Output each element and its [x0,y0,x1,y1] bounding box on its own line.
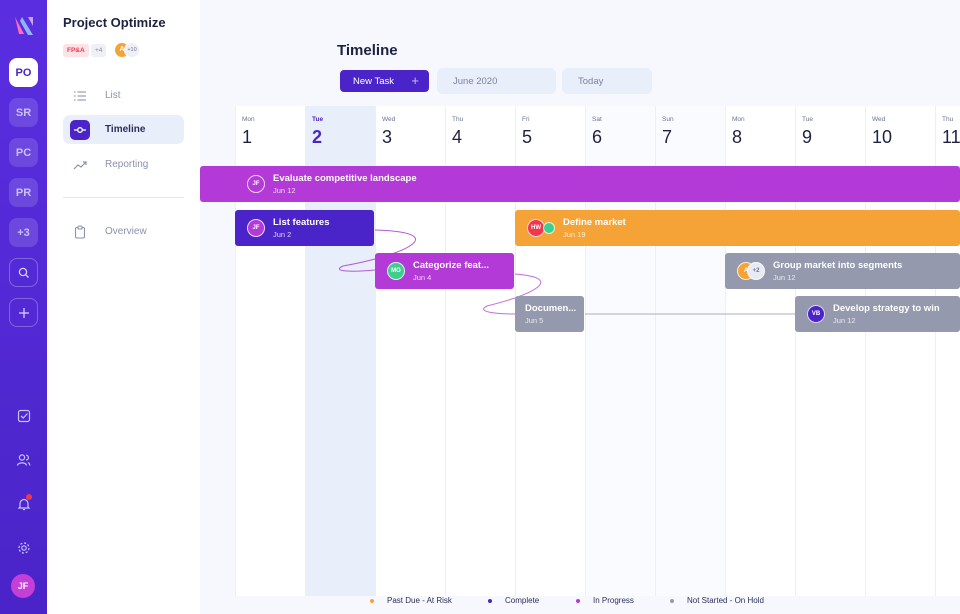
task-title: Evaluate competitive landscape [273,173,417,184]
task-title: Develop strategy to win [833,303,940,314]
project-sidebar: Project Optimize FP&A +4 A +10 List Time… [47,0,200,614]
task-bar-define-market[interactable]: HW Define market Jun 19 [515,210,960,246]
project-tag-more[interactable]: +4 [91,44,107,57]
workspace-po[interactable]: PO [9,58,38,87]
legend-item: Complete [488,596,539,605]
legend-label: Complete [505,596,540,605]
assignee-avatar: VB [807,305,825,323]
task-title: Define market [563,217,626,228]
task-bar-develop-strategy-to-win[interactable]: VB Develop strategy to win Jun 12 [795,296,960,332]
project-title: Project Optimize [63,15,166,30]
task-title: Group market into segments [773,260,903,271]
task-date: Jun 19 [563,230,586,239]
legend-dot [370,598,374,603]
legend-item: In Progress [576,596,634,605]
task-bar-evaluate-competitive-landscape[interactable]: JF Evaluate competitive landscape Jun 12 [200,166,960,202]
task-bar-group-market-into-segments[interactable]: A +2 Group market into segments Jun 12 [725,253,960,289]
members-more-badge[interactable]: +10 [124,42,140,58]
task-title: Categorize feat... [413,260,490,271]
plus-icon: + [411,73,419,88]
task-date: Jun 2 [273,230,292,239]
task-title: List features [273,217,330,228]
nav-item-list[interactable]: List [63,81,184,110]
task-date: Jun 12 [773,273,796,282]
legend-dot [670,598,674,603]
search-icon[interactable] [9,258,38,287]
today-button[interactable]: Today [562,68,652,94]
legend-label: In Progress [593,596,634,605]
more-assignees-badge: +2 [747,262,765,280]
legend-item: Past Due - At Risk [370,596,452,605]
task-date: Jun 4 [413,273,432,282]
sidebar-divider [63,197,184,198]
assignee-avatar: MO [387,262,405,280]
trend-icon [70,155,90,175]
legend-dot [576,598,580,603]
assignee-avatar: JF [247,175,265,193]
status-legend: Past Due - At Risk Complete In Progress … [200,594,960,610]
nav-item-overview[interactable]: Overview [63,217,184,246]
task-title: Documen... [525,303,577,314]
month-selector[interactable]: June 2020 [437,68,556,94]
task-bar-documentation[interactable]: Documen... Jun 5 [515,296,584,332]
app-logo-icon[interactable] [12,14,36,38]
clipboard-icon [70,222,90,242]
workspace-more[interactable]: +3 [9,218,38,247]
user-avatar[interactable]: JF [11,574,35,598]
workspace-pc[interactable]: PC [9,138,38,167]
task-bar-list-features[interactable]: JF List features Jun 2 [235,210,374,246]
tasks-check-icon[interactable] [14,406,33,425]
nav-item-reporting[interactable]: Reporting [63,150,184,179]
page-title: Timeline [337,42,398,59]
nav-item-label: List [105,90,121,101]
nav-item-label: Timeline [105,124,146,135]
legend-label: Past Due - At Risk [387,596,452,605]
task-date: Jun 12 [833,316,856,325]
notification-dot [26,494,32,500]
second-assignee-avatar [543,222,555,234]
legend-label: Not Started - On Hold [687,596,764,605]
task-bar-categorize-features[interactable]: MO Categorize feat... Jun 4 [375,253,514,289]
new-task-button[interactable]: New Task + [340,70,429,92]
new-task-label: New Task [353,75,395,87]
people-icon[interactable] [14,450,33,469]
workspace-pr[interactable]: PR [9,178,38,207]
legend-dot [488,598,492,603]
workspace-sr[interactable]: SR [9,98,38,127]
task-date: Jun 12 [273,186,296,195]
project-tag[interactable]: FP&A [63,44,89,57]
settings-gear-icon[interactable] [14,538,33,557]
assignee-avatar: JF [247,219,265,237]
legend-item: Not Started - On Hold [670,596,764,605]
timeline-icon [70,119,90,140]
timeline-main: Timeline New Task + June 2020 Today Mon 1… [200,0,960,614]
nav-item-label: Reporting [105,159,149,170]
nav-item-timeline[interactable]: Timeline [63,115,184,144]
task-date: Jun 5 [525,316,544,325]
workspace-rail: PO SR PC PR +3 JF [0,0,47,614]
add-workspace-icon[interactable] [9,298,38,327]
nav-item-label: Overview [105,226,147,237]
list-icon [70,86,90,106]
